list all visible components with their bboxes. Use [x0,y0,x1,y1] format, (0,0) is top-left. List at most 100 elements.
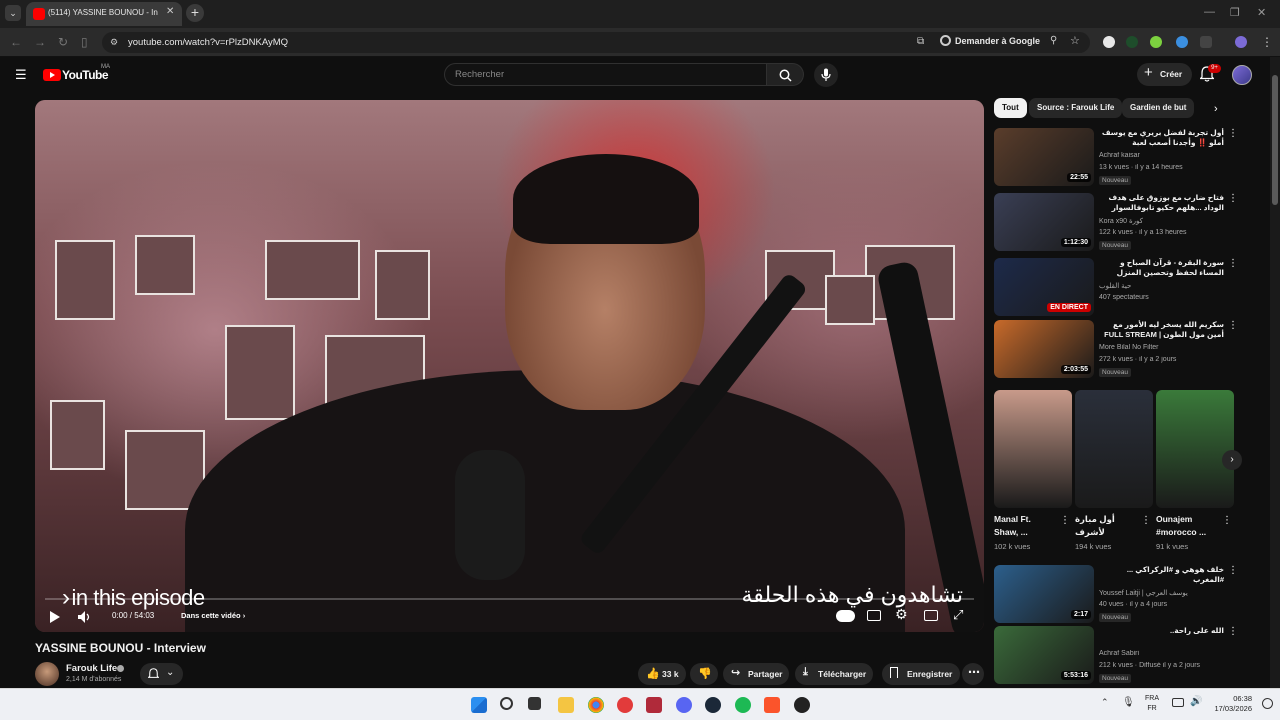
chip-source[interactable]: Source : Farouk Life [1029,98,1123,118]
more-vertical-icon[interactable]: ⋮ [1228,128,1238,139]
miniplayer-icon[interactable] [924,610,938,621]
short-item[interactable]: Manal Ft. Shaw, ... 102 k vues ⋮ [994,390,1074,560]
recommendation-channel[interactable]: حية القلوب [1099,282,1224,290]
search-input[interactable]: Rechercher [444,63,767,86]
tray-chevron-icon[interactable]: ⌃ [1101,697,1109,708]
language-indicator[interactable]: FRA FR [1145,694,1159,714]
video-player[interactable]: ›in this episode تشاهدون في هذه الحلقة 0… [35,100,984,632]
short-title[interactable]: Manal Ft. Shaw, ... [994,513,1056,539]
chip-all[interactable]: Tout [994,98,1027,118]
more-vertical-icon[interactable]: ⋮ [1222,515,1232,526]
like-button[interactable]: 👍 33 k [638,663,686,685]
app-icon[interactable] [646,697,662,713]
shorts-next-button[interactable]: › [1222,450,1242,470]
extensions-puzzle-icon[interactable] [1200,36,1212,48]
recommendation-item[interactable]: 2:17 خلف هوهي و #الركراكي ... #المغرب Yous… [994,565,1238,623]
profile-avatar-icon[interactable] [1235,36,1247,48]
recommendation-item[interactable]: 5:53:16 الله على راحة.. Achraf Sabiri 212 k… [994,626,1238,684]
recommendation-title[interactable]: سكريم الله يسخر ليه الأمور مع أمين مول ا… [1099,320,1224,340]
recommendation-item[interactable]: 22:55 أول تجربة لفضل بريري مع يوسف أملو ‼… [994,128,1238,186]
more-actions-button[interactable]: ⋯ [962,663,984,685]
progress-bar[interactable] [45,598,974,600]
create-button[interactable]: + Créer [1137,63,1192,86]
search-button[interactable] [767,63,804,86]
recommendation-channel[interactable]: Youssef Laitji | يوسف العرجي [1099,589,1224,597]
site-info-icon[interactable]: ⚙ [110,37,118,48]
volume-icon[interactable]: 🔊 [1190,696,1202,707]
share-button[interactable]: ↪ Partager [723,663,789,685]
close-tab-icon[interactable]: ✕ [166,6,174,17]
play-icon[interactable] [49,610,61,624]
brave-icon[interactable] [764,697,780,713]
more-vertical-icon[interactable]: ⋮ [1060,515,1070,526]
more-vertical-icon[interactable]: ⋮ [1141,515,1151,526]
page-scrollbar[interactable] [1270,57,1280,688]
chip-goalkeeper[interactable]: Gardien de but [1122,98,1195,118]
back-icon[interactable]: ← [10,35,22,49]
guide-menu-icon[interactable]: ☰ [15,67,27,83]
more-vertical-icon[interactable]: ⋮ [1228,258,1238,269]
address-bar[interactable]: ⚙ youtube.com/watch?v=rPlzDNKAyMQ ⧉ Dema… [102,32,1090,53]
extension-icon[interactable] [1126,36,1138,48]
chapter-button[interactable]: Dans cette vidéo › [181,611,245,620]
browser-menu-icon[interactable]: ⋮ [1261,35,1273,49]
extension-icon[interactable] [1150,36,1162,48]
recommendation-title[interactable]: الله على راحة.. [1099,626,1224,636]
spotify-icon[interactable] [735,697,751,713]
short-item[interactable]: أول مبارة لأشرف السكيري في ... 194 k vues… [1075,390,1155,560]
volume-icon[interactable] [77,610,91,624]
forward-icon[interactable]: → [34,35,46,49]
short-item[interactable]: Ounajem #morocco ... 91 k vues ⋮ [1156,390,1236,560]
save-button[interactable]: Enregistrer [882,663,960,685]
account-avatar[interactable] [1232,65,1252,85]
network-icon[interactable] [1172,698,1184,707]
recommendation-channel[interactable]: Achraf kaisar [1099,152,1224,159]
video-thumbnail[interactable]: 1:12:30 [994,193,1094,251]
scrollbar-thumb[interactable] [1272,75,1278,205]
microphone-icon[interactable]: 🎙 [1122,697,1135,708]
subtitles-icon[interactable] [867,610,881,621]
autoplay-toggle[interactable] [836,610,855,622]
extension-icon[interactable] [1176,36,1188,48]
tab-search-icon[interactable]: ⌄ [5,5,21,21]
video-thumbnail[interactable]: EN DIRECT [994,258,1094,316]
more-vertical-icon[interactable]: ⋮ [1228,193,1238,204]
recommendation-title[interactable]: خلف هوهي و #الركراكي ... #المغرب [1099,565,1224,585]
fullscreen-icon[interactable]: ⤢ [953,607,963,623]
discord-icon[interactable] [676,697,692,713]
short-thumbnail[interactable] [1075,390,1153,508]
short-title[interactable]: Ounajem #morocco ... [1156,513,1218,539]
maximize-icon[interactable]: ❐ [1230,6,1240,19]
steam-icon[interactable] [705,697,721,713]
recommendation-channel[interactable]: More Bilal No Filter [1099,344,1224,351]
reload-icon[interactable]: ↻ [58,35,68,49]
short-thumbnail[interactable] [994,390,1072,508]
short-title[interactable]: أول مبارة لأشرف السكيري في ... [1075,513,1137,539]
channel-avatar[interactable] [35,662,59,686]
recommendation-item[interactable]: 1:12:30 فتاح ضارب مع بوزوق على هدف الوداد… [994,193,1238,251]
download-button[interactable]: ⤓ Télécharger [795,663,873,685]
recommendation-item[interactable]: EN DIRECT سورة البقرة - قرآن الصباح و الم… [994,258,1238,316]
recommendation-channel[interactable]: Achraf Sabiri [1099,650,1224,657]
browser-tab[interactable]: (5114) YASSINE BOUNOU - Interv ✕ [26,2,182,26]
task-view-icon[interactable] [528,697,541,710]
cast-icon[interactable]: ⧉ [917,36,924,47]
dislike-button[interactable]: 👎 [690,663,718,685]
app-icon[interactable] [617,697,633,713]
more-vertical-icon[interactable]: ⋮ [1228,626,1238,637]
settings-gear-icon[interactable]: ⚙ [895,606,908,623]
chevron-right-icon[interactable]: › [1214,103,1218,115]
minimize-icon[interactable]: — [1204,6,1215,18]
recommendation-title[interactable]: فتاح ضارب مع بوزوق على هدف الوداد ...هله… [1099,193,1224,213]
app-icon[interactable] [794,697,810,713]
video-thumbnail[interactable]: 2:17 [994,565,1094,623]
split-view-icon[interactable]: ▯ [81,35,88,49]
video-thumbnail[interactable]: 2:03:55 [994,320,1094,378]
start-windows-icon[interactable] [471,697,487,713]
recommendation-title[interactable]: سورة البقرة - قرآن الصباح و المساء لحفظ … [1099,258,1224,278]
file-explorer-icon[interactable] [558,697,574,713]
channel-name[interactable]: Farouk Life [66,663,117,674]
more-vertical-icon[interactable]: ⋮ [1228,320,1238,331]
video-thumbnail[interactable]: 22:55 [994,128,1094,186]
recommendation-item[interactable]: 2:03:55 سكريم الله يسخر ليه الأمور مع أمي… [994,320,1238,378]
